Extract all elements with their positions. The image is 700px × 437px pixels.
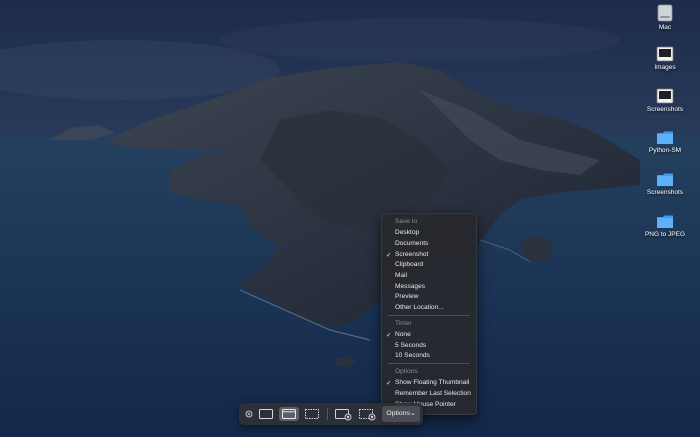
menu-item-remember-last-selection[interactable]: Remember Last Selection	[395, 390, 471, 397]
desktop-item-python-sm[interactable]: Python-SM	[630, 130, 700, 155]
desktop-item-label: Images	[654, 64, 676, 71]
desktop-item-label: Screenshots	[646, 189, 684, 196]
record-selection-icon	[359, 409, 376, 421]
chevron-down-icon: ⌄	[409, 410, 416, 417]
menu-item-desktop[interactable]: Desktop	[395, 229, 419, 236]
options-button-label: Options	[386, 410, 410, 417]
menu-separator	[388, 363, 470, 364]
desktop-item-mac[interactable]: Mac	[630, 4, 700, 32]
screenshot-file-icon	[656, 88, 674, 104]
desktop-item-label: PNG to JPEG	[644, 231, 686, 238]
checkmark-icon: ✓	[386, 380, 392, 387]
menu-item-timer-none[interactable]: None	[395, 331, 411, 338]
capture-window-icon	[282, 409, 296, 419]
folder-icon	[657, 131, 673, 144]
menu-separator	[388, 315, 470, 316]
menu-item-timer-5-seconds[interactable]: 5 Seconds	[395, 342, 426, 349]
record-entire-screen-button[interactable]	[333, 407, 353, 421]
desktop-item-label: Mac	[658, 24, 672, 31]
desktop-item-screenshots-folder[interactable]: Screenshots	[630, 172, 700, 197]
capture-entire-screen-button[interactable]	[257, 407, 275, 421]
menu-item-preview[interactable]: Preview	[395, 293, 418, 300]
desktop-item-images[interactable]: Images	[630, 46, 700, 72]
folder-icon	[657, 173, 673, 186]
menu-item-screenshot[interactable]: Screenshot	[395, 251, 428, 258]
screenshot-options-menu: Save to Desktop Documents ✓ Screenshot C…	[381, 213, 477, 415]
capture-window-button[interactable]	[279, 407, 299, 421]
capture-selection-icon	[305, 409, 319, 419]
screenshot-toolbar: Options⌄	[239, 403, 423, 425]
menu-item-show-floating-thumbnail[interactable]: Show Floating Thumbnail	[395, 379, 469, 386]
options-button[interactable]: Options⌄	[382, 406, 420, 422]
desktop-item-png-to-jpeg[interactable]: PNG to JPEG	[640, 214, 690, 239]
checkmark-icon: ✓	[386, 332, 392, 339]
capture-selection-button[interactable]	[303, 407, 321, 421]
close-icon	[245, 410, 253, 418]
menu-section-header-save-to: Save to	[395, 218, 418, 225]
menu-item-documents[interactable]: Documents	[395, 240, 428, 247]
toolbar-separator	[327, 408, 328, 420]
menu-item-clipboard[interactable]: Clipboard	[395, 261, 423, 268]
folder-icon	[657, 215, 673, 228]
desktop-item-label: Screenshots	[646, 106, 684, 113]
desktop-wallpaper	[0, 0, 700, 437]
screenshot-file-icon	[656, 46, 674, 62]
checkmark-icon: ✓	[386, 252, 392, 259]
menu-item-mail[interactable]: Mail	[395, 272, 407, 279]
desktop-item-label: Python-SM	[648, 147, 682, 154]
menu-item-messages[interactable]: Messages	[395, 283, 425, 290]
capture-entire-screen-icon	[259, 409, 273, 419]
menu-item-timer-10-seconds[interactable]: 10 Seconds	[395, 352, 430, 359]
record-entire-screen-icon	[335, 409, 352, 421]
hard-drive-icon	[657, 4, 673, 22]
desktop-item-screenshots-file[interactable]: Screenshots	[630, 88, 700, 114]
menu-item-other-location[interactable]: Other Location...	[395, 304, 444, 311]
record-selection-button[interactable]	[357, 407, 377, 421]
menu-section-header-options: Options	[395, 368, 418, 375]
desktop-icons: Mac Images Screenshots Python-SM Screens…	[630, 0, 700, 260]
close-button[interactable]	[243, 407, 255, 421]
menu-section-header-timer: Timer	[395, 320, 412, 327]
